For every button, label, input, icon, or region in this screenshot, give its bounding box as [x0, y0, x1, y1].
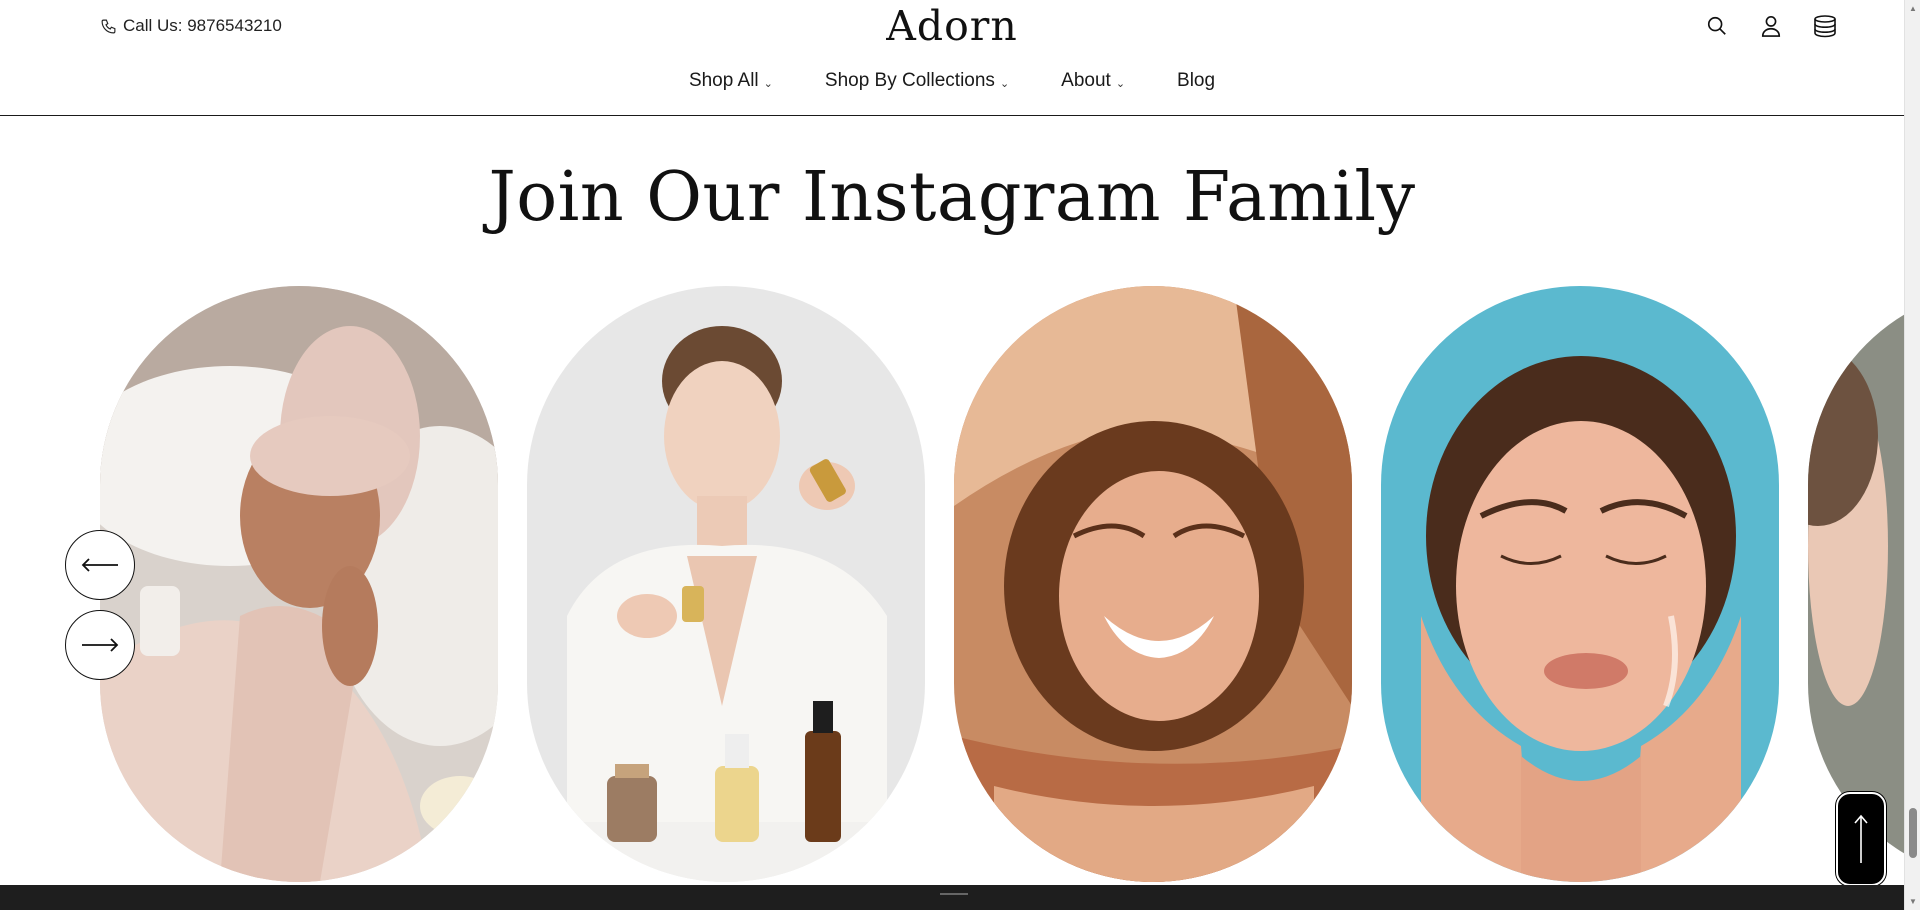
drag-handle — [940, 893, 968, 895]
instagram-carousel — [0, 286, 1904, 882]
header-icons — [1704, 12, 1838, 40]
arrow-right-icon — [82, 638, 119, 652]
nav-label: Blog — [1177, 70, 1216, 91]
nav-about[interactable]: About ⌄ — [1061, 70, 1125, 92]
chevron-down-icon: ⌄ — [1115, 77, 1126, 90]
nav-label: About — [1061, 70, 1111, 91]
instagram-post-towel-wrap[interactable] — [100, 286, 498, 882]
nav-label: Shop All — [688, 70, 759, 91]
scroll-up-icon[interactable]: ▲ — [1909, 4, 1917, 13]
nav-blog[interactable]: Blog — [1177, 70, 1215, 92]
search-icon[interactable] — [1704, 12, 1730, 40]
footer-bar — [0, 885, 1904, 910]
instagram-post-serum-bottles[interactable] — [527, 286, 925, 882]
site-header: Call Us: 9876543210 Adorn Shop All ⌄ Sho… — [0, 0, 1904, 116]
nav-shop-all[interactable]: Shop All ⌄ — [689, 70, 773, 92]
instagram-post-smiling-woman[interactable] — [954, 286, 1352, 882]
scroll-down-icon[interactable]: ▼ — [1909, 897, 1917, 906]
carousel-next-button[interactable] — [65, 610, 135, 680]
section-title: Join Our Instagram Family — [488, 158, 1416, 237]
chevron-down-icon: ⌄ — [999, 77, 1010, 90]
account-icon[interactable] — [1758, 12, 1784, 40]
main-nav: Shop All ⌄ Shop By Collections ⌄ About ⌄… — [0, 70, 1904, 92]
carousel-prev-button[interactable] — [65, 530, 135, 600]
scrollbar-thumb[interactable] — [1909, 808, 1917, 858]
site-logo[interactable]: Adorn — [0, 2, 1904, 50]
nav-label: Shop By Collections — [824, 70, 995, 91]
back-to-top-button[interactable] — [1836, 792, 1886, 886]
cart-icon[interactable] — [1812, 12, 1838, 40]
chevron-down-icon: ⌄ — [763, 77, 773, 90]
page-scrollbar[interactable]: ▲ ▼ — [1904, 0, 1920, 910]
arrow-left-icon — [81, 558, 118, 572]
arrow-up-icon — [1854, 814, 1868, 863]
nav-shop-by-collections[interactable]: Shop By Collections ⌄ — [825, 70, 1009, 92]
instagram-post-glowing-skin[interactable] — [1381, 286, 1779, 882]
